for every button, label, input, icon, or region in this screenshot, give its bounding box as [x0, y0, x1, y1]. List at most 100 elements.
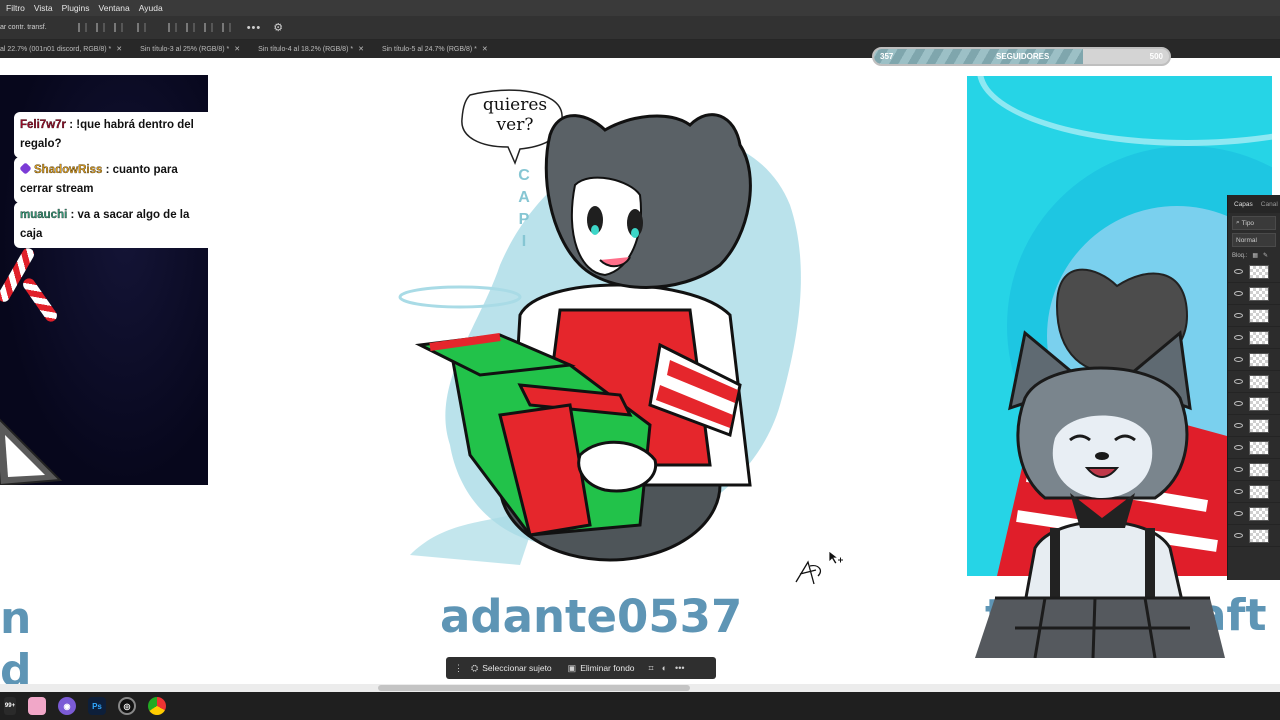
wolf-ear-decoration [0, 418, 63, 485]
tab-label: al 22.7% (001n01 discord, RGB/8) * [0, 45, 112, 53]
more-icon[interactable]: ••• [675, 663, 684, 673]
layer-row[interactable] [1228, 481, 1280, 503]
transform-controls-label[interactable]: ar contr. transf. [0, 24, 47, 31]
menu-view[interactable]: Vista [34, 3, 53, 13]
app-pink-icon[interactable] [28, 697, 46, 715]
close-icon[interactable]: ✕ [482, 45, 488, 53]
eye-icon[interactable] [1234, 379, 1243, 384]
eye-icon[interactable] [1234, 423, 1243, 428]
follower-goal-bar: 357 SEGUIDORES 500 [872, 47, 1171, 66]
tab-label: Sin título-4 al 18.2% (RGB/8) * [258, 45, 354, 53]
chat-username: Feli7w7r [20, 119, 67, 131]
layer-thumbnail [1249, 528, 1269, 543]
align-left-icon[interactable] [77, 23, 87, 32]
layer-thumbnail [1249, 484, 1269, 499]
tab-document-2[interactable]: Sin título-3 al 25% (RGB/8) * ✕ [134, 45, 246, 54]
remove-background-button[interactable]: ▣ Eliminar fondo [568, 663, 635, 674]
layer-row[interactable] [1228, 525, 1280, 547]
follower-count: 357 [880, 52, 894, 61]
lock-label: Bloq.: [1232, 252, 1248, 259]
align-right-icon[interactable] [113, 23, 123, 32]
eye-icon[interactable] [1234, 533, 1243, 538]
mask-icon[interactable]: ◐ [662, 663, 667, 673]
chat-message: muauchi : va a sacar algo de la caja [14, 202, 208, 248]
layer-thumbnail [1249, 330, 1269, 345]
lock-paint-icon[interactable]: ✎ [1263, 252, 1268, 259]
grip-icon[interactable]: ⋮ [454, 663, 463, 674]
notification-badge-icon[interactable]: 99+ [4, 697, 16, 715]
layers-panel-tabs: Capas Canal [1228, 195, 1280, 213]
close-icon[interactable]: ✕ [358, 45, 364, 53]
transform-icon[interactable]: ⌗ [649, 663, 654, 674]
layer-row[interactable] [1228, 459, 1280, 481]
options-bar: ar contr. transf. ••• ⚙ [0, 16, 1280, 40]
obs-icon[interactable]: ◎ [118, 697, 136, 715]
eye-icon[interactable] [1234, 313, 1243, 318]
eye-icon[interactable] [1234, 269, 1243, 274]
layers-panel: Capas Canal ⌕ Tipo Normal Bloq.: ▦ ✎ [1227, 195, 1280, 580]
photoshop-icon[interactable]: Ps [88, 697, 106, 715]
align-bottom-icon[interactable] [203, 23, 213, 32]
layer-row[interactable] [1228, 305, 1280, 327]
chat-username: ShadowRiss [34, 164, 103, 176]
credit-text-left: n [0, 593, 32, 644]
layer-thumbnail [1249, 352, 1269, 367]
align-middle-icon[interactable] [185, 23, 195, 32]
align-center-icon[interactable] [95, 23, 105, 32]
layer-thumbnail [1249, 286, 1269, 301]
horizontal-scrollbar[interactable] [0, 684, 1280, 692]
follower-progress-fill [874, 49, 1084, 64]
discord-icon[interactable]: ◉ [58, 697, 76, 715]
tab-layers[interactable]: Capas [1234, 201, 1253, 208]
tab-document-4[interactable]: Sin título-5 al 24.7% (RGB/8) * ✕ [376, 45, 494, 54]
chat-message: ShadowRiss : cuanto para cerrar stream [14, 157, 208, 203]
blend-mode-select[interactable]: Normal [1232, 233, 1276, 247]
tab-channels[interactable]: Canal [1261, 201, 1278, 208]
chrome-icon[interactable] [148, 697, 166, 715]
layer-row[interactable] [1228, 415, 1280, 437]
eye-icon[interactable] [1234, 357, 1243, 362]
move-cursor-icon [828, 550, 843, 565]
layer-row[interactable] [1228, 503, 1280, 525]
eye-icon[interactable] [1234, 335, 1243, 340]
chat-username: muauchi [20, 209, 68, 221]
layer-row[interactable] [1228, 283, 1280, 305]
close-icon[interactable]: ✕ [234, 45, 240, 53]
scrollbar-thumb[interactable] [378, 685, 690, 691]
tab-label: Sin título-5 al 24.7% (RGB/8) * [381, 45, 477, 53]
layer-row[interactable] [1228, 349, 1280, 371]
eye-icon[interactable] [1234, 401, 1243, 406]
menu-filter[interactable]: Filtro [6, 3, 25, 13]
eye-icon[interactable] [1234, 445, 1243, 450]
eye-icon[interactable] [1234, 467, 1243, 472]
close-icon[interactable]: ✕ [116, 45, 122, 53]
layer-row[interactable] [1228, 327, 1280, 349]
layer-row[interactable] [1228, 437, 1280, 459]
more-options-icon[interactable]: ••• [247, 22, 262, 34]
distribute-icon[interactable] [136, 23, 146, 32]
layer-row[interactable] [1228, 371, 1280, 393]
menu-plugins[interactable]: Plugins [62, 3, 90, 13]
tab-document-3[interactable]: Sin título-4 al 18.2% (RGB/8) * ✕ [252, 45, 370, 54]
gear-icon[interactable]: ⚙ [273, 21, 283, 34]
tab-document-1[interactable]: al 22.7% (001n01 discord, RGB/8) * ✕ [0, 45, 128, 54]
lock-transparency-icon[interactable]: ▦ [1252, 252, 1258, 259]
layer-filter[interactable]: ⌕ Tipo [1232, 216, 1276, 230]
layer-filter-label: Tipo [1241, 219, 1255, 227]
eye-icon[interactable] [1234, 511, 1243, 516]
purple-gem-icon [19, 162, 32, 175]
image-icon: ▣ [567, 662, 577, 673]
layer-row[interactable] [1228, 261, 1280, 283]
candy-cane-decoration [20, 276, 60, 324]
select-subject-button[interactable]: ⛭ Seleccionar sujeto [471, 663, 552, 674]
distribute-vertical-icon[interactable] [221, 23, 231, 32]
menu-help[interactable]: Ayuda [139, 3, 163, 13]
eye-icon[interactable] [1234, 291, 1243, 296]
layer-thumbnail [1249, 440, 1269, 455]
eye-icon[interactable] [1234, 489, 1243, 494]
menu-window[interactable]: Ventana [99, 3, 130, 13]
side-text: CAPI [518, 167, 530, 250]
align-top-icon[interactable] [167, 23, 177, 32]
remove-background-label: Eliminar fondo [580, 663, 635, 673]
layer-row[interactable] [1228, 393, 1280, 415]
